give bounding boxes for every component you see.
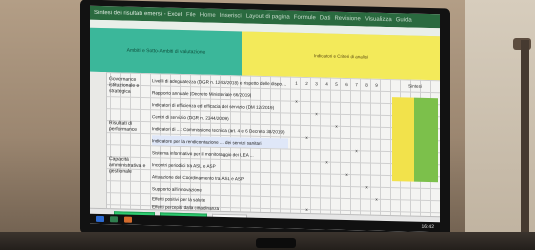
- score-cell[interactable]: x: [302, 133, 311, 142]
- col-label: 5: [335, 81, 338, 87]
- window-title: Sintesi dei risultati emersi - Excel: [94, 9, 183, 18]
- menu-item-view[interactable]: Visualizza: [365, 16, 392, 23]
- score-cell[interactable]: x: [292, 97, 301, 106]
- table-row[interactable]: Incontri periodici tra ASL e ASP: [152, 159, 288, 172]
- col-label: 9: [375, 82, 378, 88]
- header-right-title: Indicatori e Criteri di analisi: [313, 52, 369, 60]
- row-text: Livelli di adeguatezza (DGR n. 1243/2018…: [152, 77, 288, 87]
- table-row-selected[interactable]: Indicatore per la rendicontazione ... de…: [152, 135, 288, 149]
- menu-item-home[interactable]: Home: [200, 12, 216, 18]
- taskbar-excel-icon[interactable]: [110, 216, 118, 223]
- col-label: 6: [345, 81, 348, 88]
- row-text: Sistema informativo per il monitoraggio …: [152, 149, 254, 158]
- row-text: Attuazione del Coordinamento tra ASL e A…: [152, 173, 245, 181]
- row-header-column: [90, 71, 107, 209]
- menu-item-file[interactable]: File: [186, 12, 196, 18]
- score-cell[interactable]: x: [372, 195, 381, 204]
- col-label: 8: [365, 82, 368, 88]
- excel-screen: Sintesi dei risultati emersi - Excel Fil…: [90, 5, 440, 233]
- header-left-title: Ambiti e Sotto-Ambiti di valutazione: [126, 47, 206, 56]
- col-label: Sintesi: [408, 83, 422, 89]
- row-text: Incontri periodici tra ASL e ASP: [152, 161, 216, 169]
- row-text: Centri di servizio (DGR n. 2344/2009): [152, 113, 229, 121]
- section-labels: Governance istituzionale e strategica Ri…: [106, 72, 150, 209]
- header-left: Ambiti e Sotto-Ambiti di valutazione: [90, 27, 242, 76]
- table-row[interactable]: Livelli di adeguatezza (DGR n. 1243/2018…: [152, 75, 288, 88]
- score-cell[interactable]: x: [312, 109, 321, 118]
- col-label: 1: [295, 80, 298, 86]
- col-label: 4: [325, 81, 328, 87]
- table-row[interactable]: Indicatori di efficienza ed efficacia de…: [152, 99, 288, 112]
- score-cell[interactable]: x: [362, 182, 371, 191]
- table-row[interactable]: Indicatori di ...: Commissione tecnica (…: [152, 123, 288, 136]
- col-label: 3: [315, 81, 318, 87]
- menu-item-page-layout[interactable]: Layout di pagina: [246, 14, 290, 21]
- flipchart-stand: [521, 40, 529, 250]
- menu-item-insert[interactable]: Inserisci: [220, 13, 242, 20]
- table-row[interactable]: Sistema informativo per il monitoraggio …: [152, 147, 288, 160]
- row-text: Indicatore per la rendicontazione ... de…: [152, 137, 262, 146]
- score-cell[interactable]: x: [322, 157, 331, 166]
- col-label: 2: [305, 80, 308, 87]
- row-text: Rapporto annuale (Decreto Ministeriale 6…: [152, 89, 252, 98]
- score-cell[interactable]: x: [342, 170, 351, 179]
- menu-item-formulas[interactable]: Formule: [294, 15, 316, 22]
- section-label: Governance istituzionale e strategica: [109, 76, 140, 95]
- taskbar-time: 16:42: [421, 223, 434, 231]
- row-text: Supporto all'innovazione: [152, 185, 202, 192]
- row-text: Indicatori di ...: Commissione tecnica (…: [152, 125, 285, 134]
- score-cell[interactable]: x: [332, 122, 341, 131]
- section-label: Capacità amministrativa e gestionale: [109, 156, 146, 175]
- score-cell[interactable]: x: [352, 146, 361, 155]
- section-label: Risultati di performance: [109, 120, 138, 133]
- row-text: Indicatori di efficienza ed efficacia de…: [152, 101, 275, 110]
- monitor: Sintesi dei risultati emersi - Excel Fil…: [80, 0, 450, 243]
- green-summary-block: [414, 97, 438, 183]
- header-right: Indicatori e Criteri di analisi: [242, 31, 440, 81]
- scores-pane: 1 2 3 4 5 6 7 8 9 Sintesi x x x x x x x …: [290, 77, 440, 217]
- menu-item-help[interactable]: Guida: [396, 17, 412, 23]
- menu-item-data[interactable]: Dati: [320, 15, 331, 21]
- table-row[interactable]: Centri di servizio (DGR n. 2344/2009): [152, 111, 288, 124]
- menu-item-review[interactable]: Revisione: [334, 16, 360, 23]
- table-row[interactable]: Attuazione del Coordinamento tra ASL e A…: [152, 171, 288, 184]
- monitor-stand: [256, 238, 296, 248]
- yellow-summary-block: [392, 97, 414, 182]
- table-row[interactable]: Rapporto annuale (Decreto Ministeriale 6…: [152, 87, 288, 100]
- col-label: 7: [355, 82, 358, 88]
- taskbar-browser-icon[interactable]: [96, 215, 104, 223]
- taskbar-app-icon[interactable]: [124, 216, 132, 223]
- indicator-rows: Livelli di adeguatezza (DGR n. 1243/2018…: [150, 73, 290, 218]
